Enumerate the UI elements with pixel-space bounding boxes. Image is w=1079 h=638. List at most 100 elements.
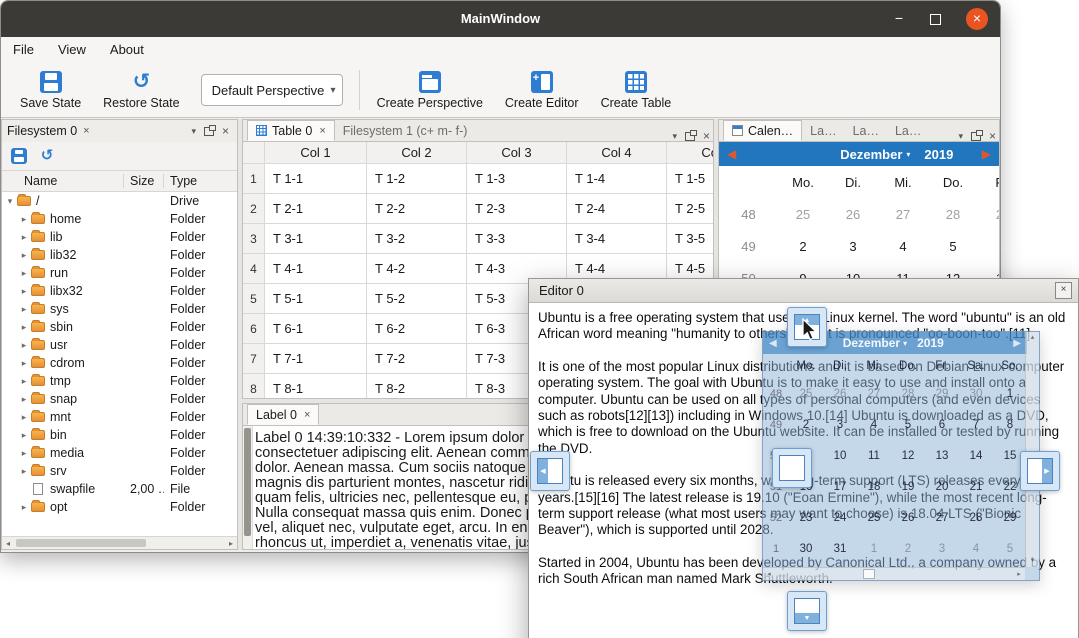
table-cell[interactable]: T 1-4 <box>567 164 667 194</box>
dock-indicator-bottom[interactable]: ▼ <box>787 591 827 631</box>
table-cell[interactable]: T 1-1 <box>265 164 367 194</box>
calendar-date[interactable]: 29 <box>978 198 1000 230</box>
filesystem-row[interactable]: ▸sysFolder <box>2 300 237 318</box>
expand-arrow-icon[interactable]: ▸ <box>19 214 29 225</box>
table-cell[interactable]: T 6-1 <box>265 314 367 344</box>
calendar-date[interactable]: 2 <box>778 230 828 262</box>
float-icon[interactable] <box>971 132 981 141</box>
month-dropdown[interactable]: Dezember ▾ <box>840 147 910 162</box>
calendar-date[interactable]: 6 <box>978 230 1000 262</box>
table-cell[interactable]: T 1-5 <box>667 164 713 194</box>
filesystem-row[interactable]: ▸mediaFolder <box>2 444 237 462</box>
save-icon[interactable] <box>11 148 27 164</box>
dock-menu-icon[interactable]: ▾ <box>958 131 963 141</box>
scroll-left-icon[interactable]: ◂ <box>2 539 14 548</box>
expand-arrow-icon[interactable]: ▸ <box>19 412 29 423</box>
filesystem-row[interactable]: ▸lib32Folder <box>2 246 237 264</box>
column-header[interactable]: Col 3 <box>467 142 567 164</box>
table-cell[interactable]: T 6-2 <box>367 314 467 344</box>
menu-item-file[interactable]: File <box>1 37 46 63</box>
scrollbar-track[interactable] <box>14 539 225 547</box>
menu-item-about[interactable]: About <box>98 37 156 63</box>
filesystem-row[interactable]: ▸optFolder <box>2 498 237 516</box>
filesystem-row[interactable]: ▸homeFolder <box>2 210 237 228</box>
calendar-date[interactable]: 5 <box>928 230 978 262</box>
table-cell[interactable]: T 5-2 <box>367 284 467 314</box>
filesystem-row[interactable]: ▸sbinFolder <box>2 318 237 336</box>
next-month-icon[interactable]: ▶ <box>974 147 999 161</box>
row-header[interactable]: 3 <box>243 224 265 254</box>
table-cell[interactable]: T 7-1 <box>265 344 367 374</box>
filesystem-row[interactable]: ▸runFolder <box>2 264 237 282</box>
create-perspective-button[interactable]: Create Perspective <box>366 69 494 112</box>
table-cell[interactable]: T 3-1 <box>265 224 367 254</box>
expand-arrow-icon[interactable]: ▸ <box>19 394 29 405</box>
close-icon[interactable]: × <box>1055 282 1072 299</box>
horizontal-scrollbar[interactable]: ◂ ▸ <box>2 536 237 549</box>
tab-label-0[interactable]: Label 0× <box>247 404 319 425</box>
scrollbar-handle[interactable] <box>244 428 251 536</box>
table-cell[interactable]: T 7-2 <box>367 344 467 374</box>
table-cell[interactable]: T 3-2 <box>367 224 467 254</box>
row-header[interactable]: 5 <box>243 284 265 314</box>
calendar-date[interactable]: 25 <box>778 198 828 230</box>
table-cell[interactable]: T 4-2 <box>367 254 467 284</box>
column-header[interactable]: Col 5 <box>667 142 713 164</box>
maximize-button[interactable] <box>922 1 948 37</box>
filesystem-row[interactable]: ▸snapFolder <box>2 390 237 408</box>
column-header[interactable]: Col 4 <box>567 142 667 164</box>
expand-arrow-icon[interactable]: ▸ <box>19 448 29 459</box>
filesystem-row[interactable]: ▸mntFolder <box>2 408 237 426</box>
table-cell[interactable]: T 8-2 <box>367 374 467 399</box>
calendar-date[interactable]: 27 <box>878 198 928 230</box>
tab-la[interactable]: La… <box>887 120 929 141</box>
table-cell[interactable]: T 2-3 <box>467 194 567 224</box>
expand-arrow-icon[interactable]: ▸ <box>19 502 29 513</box>
row-header[interactable]: 4 <box>243 254 265 284</box>
dock-indicator-right[interactable]: ▶ <box>1020 451 1060 491</box>
close-icon[interactable]: × <box>703 131 710 141</box>
tab-la[interactable]: La… <box>802 120 844 141</box>
expand-arrow-icon[interactable]: ▸ <box>19 250 29 261</box>
filesystem-row[interactable]: ▸libx32Folder <box>2 282 237 300</box>
table-cell[interactable]: T 5-1 <box>265 284 367 314</box>
expand-arrow-icon[interactable]: ▸ <box>19 430 29 441</box>
filesystem-row[interactable]: ▸srvFolder <box>2 462 237 480</box>
scroll-right-icon[interactable]: ▸ <box>225 539 237 548</box>
tab-close-icon[interactable]: × <box>319 125 325 137</box>
tab-calen[interactable]: Calen… <box>723 120 802 141</box>
calendar-date[interactable]: 4 <box>878 230 928 262</box>
table-cell[interactable]: T 2-1 <box>265 194 367 224</box>
create-table-button[interactable]: Create Table <box>590 69 683 112</box>
dock-indicator-center[interactable] <box>772 448 812 488</box>
tab-close-icon[interactable]: × <box>304 409 310 421</box>
tab-table-0[interactable]: Table 0× <box>247 120 335 141</box>
expand-arrow-icon[interactable]: ▸ <box>19 268 29 279</box>
row-header[interactable]: 6 <box>243 314 265 344</box>
expand-arrow-icon[interactable]: ▸ <box>19 466 29 477</box>
tab-filesystem-1-c-m-f[interactable]: Filesystem 1 (c+ m- f-) <box>335 120 476 141</box>
filesystem-row[interactable]: ▸tmpFolder <box>2 372 237 390</box>
table-cell[interactable]: T 2-4 <box>567 194 667 224</box>
expand-arrow-icon[interactable]: ▸ <box>19 340 29 351</box>
column-header-type[interactable]: Type <box>164 174 237 188</box>
expand-arrow-icon[interactable]: ▸ <box>19 376 29 387</box>
editor-titlebar[interactable]: Editor 0 × <box>529 279 1078 303</box>
filesystem-column-headers[interactable]: Name Size Type <box>2 170 237 192</box>
column-header-name[interactable]: Name <box>2 174 124 188</box>
dock-indicator-left[interactable]: ◀ <box>530 451 570 491</box>
scrollbar-handle[interactable] <box>16 539 146 547</box>
expand-arrow-icon[interactable]: ▸ <box>19 232 29 243</box>
restore-state-button[interactable]: Restore State <box>92 69 190 112</box>
create-editor-button[interactable]: Create Editor <box>494 69 590 112</box>
table-cell[interactable]: T 1-2 <box>367 164 467 194</box>
filesystem-row[interactable]: ▸swapfile2,00 …File <box>2 480 237 498</box>
calendar-date[interactable]: 3 <box>828 230 878 262</box>
row-header[interactable]: 1 <box>243 164 265 194</box>
minimize-button[interactable]: − <box>886 1 912 37</box>
tab-la[interactable]: La… <box>845 120 887 141</box>
expand-arrow-icon[interactable]: ▸ <box>19 358 29 369</box>
column-header-size[interactable]: Size <box>124 174 164 188</box>
dock-menu-icon[interactable]: ▾ <box>191 126 196 136</box>
table-cell[interactable]: T 4-1 <box>265 254 367 284</box>
